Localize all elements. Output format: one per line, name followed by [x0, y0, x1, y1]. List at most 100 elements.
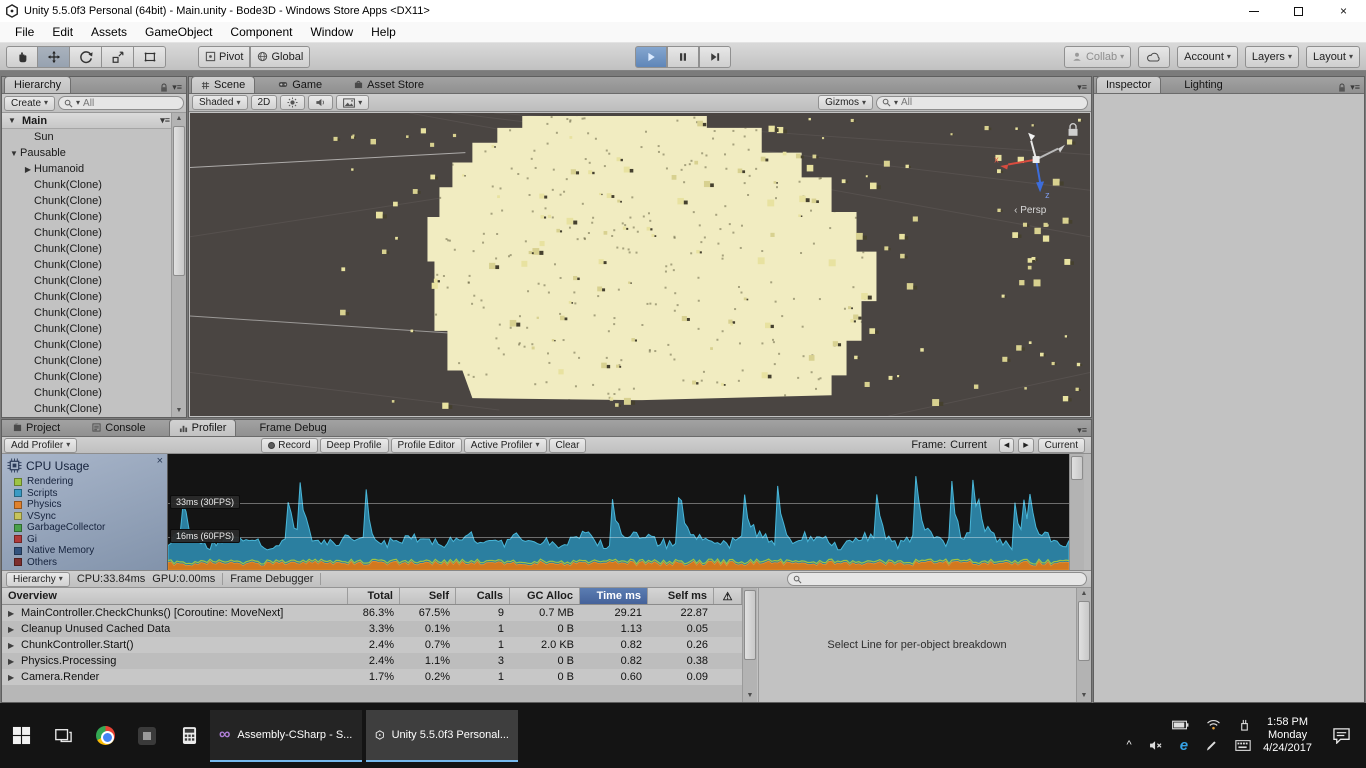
active-profiler-dropdown[interactable]: Active Profiler▾: [464, 438, 547, 453]
2d-toggle[interactable]: 2D: [251, 95, 278, 110]
edge-icon[interactable]: e: [1180, 738, 1188, 753]
calculator-taskbar-button[interactable]: [168, 707, 210, 765]
record-toggle[interactable]: Record: [261, 438, 317, 453]
menu-help[interactable]: Help: [362, 23, 405, 41]
tab-asset-store[interactable]: Asset Store: [345, 76, 433, 93]
profile-editor-toggle[interactable]: Profile Editor: [391, 438, 462, 453]
create-dropdown[interactable]: Create▾: [4, 96, 55, 111]
panel-menu-icon[interactable]: ▾≡: [1077, 82, 1087, 93]
menu-file[interactable]: File: [6, 23, 43, 41]
row-foldout-icon[interactable]: ▶: [8, 625, 18, 634]
start-button[interactable]: [0, 707, 42, 765]
hierarchy-item[interactable]: Chunk(Clone): [2, 225, 186, 241]
column-time-ms-sorted[interactable]: Time ms: [580, 588, 648, 604]
collab-dropdown[interactable]: Collab▾: [1064, 46, 1131, 68]
row-foldout-icon[interactable]: ▶: [8, 673, 18, 682]
tab-profiler[interactable]: Profiler: [169, 419, 237, 436]
view-mode-dropdown[interactable]: Hierarchy▾: [6, 572, 70, 587]
profiler-search-input[interactable]: [787, 572, 1087, 586]
legend-item[interactable]: Gi: [7, 534, 162, 546]
scene-menu-icon[interactable]: ▾≡: [160, 115, 170, 126]
hierarchy-item[interactable]: Chunk(Clone): [2, 177, 186, 193]
tab-inspector[interactable]: Inspector: [1096, 76, 1161, 93]
hierarchy-item[interactable]: Chunk(Clone): [2, 241, 186, 257]
audio-toggle[interactable]: [308, 95, 333, 110]
lighting-toggle[interactable]: [280, 95, 305, 110]
panel-menu-icon[interactable]: ▾≡: [172, 82, 182, 93]
profiler-row[interactable]: ▶Camera.Render1.7%0.2%10 B0.600.09: [2, 669, 742, 685]
app-taskbar-button[interactable]: [126, 707, 168, 765]
taskbar-window-unity[interactable]: Unity 5.5.0f3 Personal...: [366, 710, 518, 762]
tab-hierarchy[interactable]: Hierarchy: [4, 76, 71, 93]
hierarchy-item[interactable]: Chunk(Clone): [2, 305, 186, 321]
legend-item[interactable]: Physics: [7, 499, 162, 511]
table-scrollbar[interactable]: ▼: [742, 588, 757, 702]
hierarchy-item[interactable]: Sun: [2, 129, 186, 145]
tab-lighting[interactable]: Lighting: [1175, 76, 1232, 93]
panel-menu-icon[interactable]: ▾≡: [1350, 82, 1360, 93]
legend-item[interactable]: Native Memory: [7, 545, 162, 557]
prev-frame-button[interactable]: ◀: [999, 438, 1014, 453]
hierarchy-item[interactable]: Chunk(Clone): [2, 193, 186, 209]
shading-mode-dropdown[interactable]: Shaded▾: [192, 95, 248, 110]
hand-tool-button[interactable]: [6, 46, 38, 68]
scene-viewport[interactable]: x z ‹ Persp: [190, 113, 1090, 416]
hierarchy-item[interactable]: Chunk(Clone): [2, 353, 186, 369]
window-titlebar[interactable]: Unity 5.5.0f3 Personal (64bit) - Main.un…: [0, 0, 1366, 22]
layout-dropdown[interactable]: Layout▾: [1306, 46, 1360, 68]
close-module-icon[interactable]: ×: [157, 455, 163, 467]
task-view-button[interactable]: [42, 707, 84, 765]
legend-item[interactable]: Rendering: [7, 476, 162, 488]
scene-header-row[interactable]: ▼ Main ▾≡: [2, 113, 186, 129]
hierarchy-item[interactable]: Chunk(Clone): [2, 369, 186, 385]
hierarchy-item[interactable]: Chunk(Clone): [2, 209, 186, 225]
move-tool-button[interactable]: [38, 46, 70, 68]
next-frame-button[interactable]: ▶: [1018, 438, 1033, 453]
wifi-icon[interactable]: [1206, 719, 1221, 730]
hierarchy-item[interactable]: Chunk(Clone): [2, 273, 186, 289]
gizmos-dropdown[interactable]: Gizmos▾: [818, 95, 873, 110]
global-toggle-button[interactable]: Global: [250, 46, 310, 68]
deep-profile-toggle[interactable]: Deep Profile: [320, 438, 389, 453]
hierarchy-item[interactable]: Chunk(Clone): [2, 401, 186, 417]
usb-icon[interactable]: [1238, 719, 1251, 731]
pen-icon[interactable]: [1205, 739, 1218, 752]
minimize-button[interactable]: [1231, 0, 1276, 22]
hierarchy-scrollbar[interactable]: ▲ ▼: [171, 113, 186, 417]
rect-tool-button[interactable]: [134, 46, 166, 68]
legend-item[interactable]: Scripts: [7, 488, 162, 500]
layers-dropdown[interactable]: Layers▾: [1245, 46, 1299, 68]
hierarchy-item[interactable]: ▶Humanoid: [2, 161, 186, 177]
profiler-row[interactable]: ▶ChunkController.Start()2.4%0.7%12.0 KB0…: [2, 637, 742, 653]
menu-window[interactable]: Window: [301, 23, 362, 41]
taskbar-window-vs[interactable]: ∞Assembly-CSharp - S...: [210, 710, 362, 762]
pivot-toggle-button[interactable]: Pivot: [198, 46, 250, 68]
graph-scrollbar[interactable]: [1069, 454, 1084, 570]
chrome-taskbar-button[interactable]: [84, 707, 126, 765]
hierarchy-item[interactable]: Chunk(Clone): [2, 337, 186, 353]
menu-edit[interactable]: Edit: [43, 23, 82, 41]
foldout-collapsed-icon[interactable]: ▶: [22, 165, 34, 174]
row-foldout-icon[interactable]: ▶: [8, 609, 18, 618]
tab-console[interactable]: Console: [83, 419, 154, 436]
profiler-row[interactable]: ▶Cleanup Unused Cached Data3.3%0.1%10 B1…: [2, 621, 742, 637]
tab-frame-debug[interactable]: Frame Debug: [250, 419, 335, 436]
lock-icon[interactable]: [1338, 83, 1346, 93]
cpu-graph[interactable]: 33ms (30FPS) 16ms (60FPS): [168, 454, 1069, 570]
row-foldout-icon[interactable]: ▶: [8, 657, 18, 666]
detail-scrollbar[interactable]: ▲ ▼: [1076, 588, 1091, 702]
taskbar-clock[interactable]: 1:58 PM Monday 4/24/2017: [1263, 716, 1312, 755]
scale-tool-button[interactable]: [102, 46, 134, 68]
touch-keyboard-icon[interactable]: [1235, 740, 1251, 751]
account-dropdown[interactable]: Account▾: [1177, 46, 1238, 68]
rotate-tool-button[interactable]: [70, 46, 102, 68]
profiler-row[interactable]: ▶Physics.Processing2.4%1.1%30 B0.820.38: [2, 653, 742, 669]
cloud-button[interactable]: [1138, 46, 1170, 68]
hierarchy-item[interactable]: ▼Pausable: [2, 145, 186, 161]
column-total[interactable]: Total: [348, 588, 400, 604]
clear-button[interactable]: Clear: [549, 438, 587, 453]
profiler-row[interactable]: ▶MainController.CheckChunks() [Coroutine…: [2, 605, 742, 621]
hierarchy-item[interactable]: Chunk(Clone): [2, 257, 186, 273]
hierarchy-item[interactable]: Chunk(Clone): [2, 289, 186, 305]
menu-gameobject[interactable]: GameObject: [136, 23, 221, 41]
